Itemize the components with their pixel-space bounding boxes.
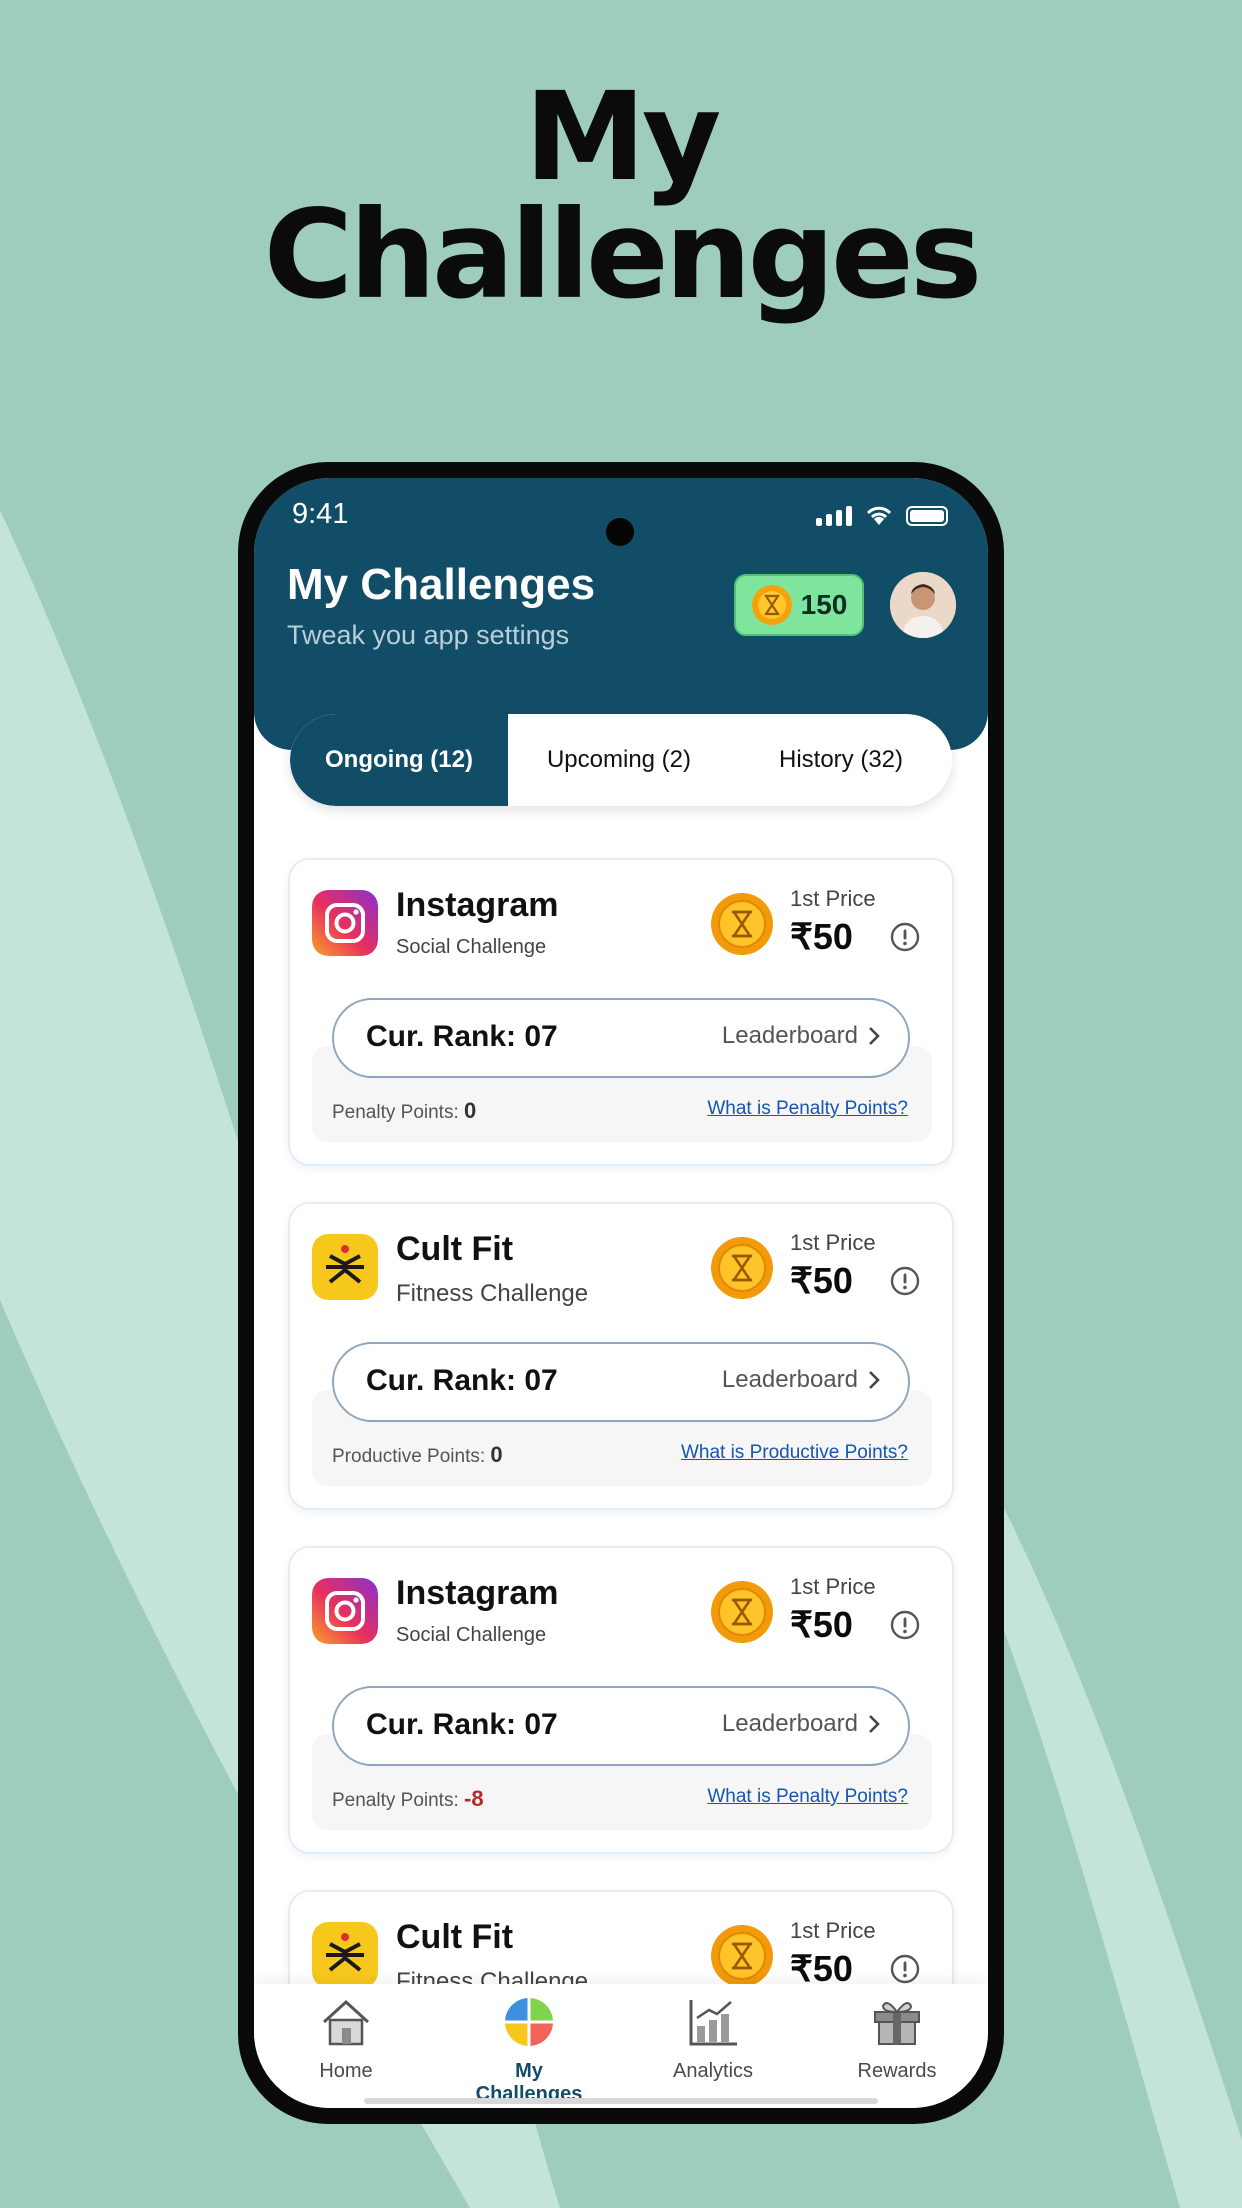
coin-balance-value: 150 (800, 589, 848, 620)
challenge-card[interactable]: Instagram Social Challenge 1st Price ₹50… (288, 858, 954, 1166)
points-value: 0 (464, 1098, 477, 1123)
cultfit-icon (312, 1922, 378, 1988)
leaderboard-link[interactable]: Leaderboard (722, 1710, 880, 1738)
nav-rewards[interactable]: Rewards (827, 1994, 967, 2083)
rewards-icon (874, 2002, 920, 2045)
challenge-card[interactable]: Instagram Social Challenge 1st Price ₹50… (288, 1546, 954, 1854)
points-value: -8 (464, 1786, 484, 1811)
avatar-image (890, 572, 956, 638)
analytics-icon (689, 2000, 737, 2046)
penalty-info-link[interactable]: What is Penalty Points? (707, 1786, 908, 1808)
challenges-icon (505, 1998, 553, 2046)
challenge-type: Social Challenge (396, 936, 547, 958)
tab-history[interactable]: History (32) (730, 714, 952, 806)
instagram-icon (312, 890, 378, 956)
prize-value: ₹50 (790, 1604, 853, 1645)
promo-title: My Challenges (0, 66, 1242, 326)
signal-icon (816, 506, 852, 526)
prize-value: ₹50 (790, 916, 853, 957)
wifi-icon (866, 506, 892, 525)
current-rank: Cur. Rank: 07 (366, 1020, 558, 1053)
nav-my-challenges[interactable]: My Challenges (459, 1994, 599, 2106)
status-time: 9:41 (292, 498, 349, 530)
rank-leaderboard-button[interactable]: Cur. Rank: 07 Leaderboard (332, 998, 910, 1078)
prize-label: 1st Price (790, 1918, 876, 1943)
home-icon (322, 1999, 370, 2046)
prize-label: 1st Price (790, 1574, 876, 1599)
prize-value: ₹50 (790, 1260, 853, 1301)
challenge-card[interactable]: Cult Fit Fitness Challenge 1st Price ₹50… (288, 1202, 954, 1510)
front-camera (606, 518, 634, 546)
coin-balance-badge[interactable]: 150 (734, 574, 864, 636)
info-icon[interactable] (890, 1266, 920, 1296)
nav-analytics[interactable]: Analytics (643, 1994, 783, 2083)
current-rank: Cur. Rank: 07 (366, 1708, 558, 1741)
home-indicator (364, 2098, 878, 2104)
coin-icon (751, 585, 792, 625)
prize-coin-icon (711, 893, 773, 955)
current-rank: Cur. Rank: 07 (366, 1364, 558, 1397)
tab-ongoing[interactable]: Ongoing (12) (290, 714, 508, 806)
penalty-info-link[interactable]: What is Penalty Points? (707, 1098, 908, 1120)
avatar[interactable] (890, 572, 956, 638)
promo-title-line1: My (524, 66, 722, 208)
battery-icon (906, 506, 948, 526)
productive-info-link[interactable]: What is Productive Points? (681, 1442, 908, 1464)
page-subtitle: Tweak you app settings (287, 620, 570, 650)
promo-title-line2: Challenges (263, 184, 983, 326)
app-name: Instagram (396, 1574, 559, 1612)
status-icons (816, 504, 948, 526)
leaderboard-link[interactable]: Leaderboard (722, 1366, 880, 1394)
leaderboard-link[interactable]: Leaderboard (722, 1022, 880, 1050)
prize-coin-icon (711, 1925, 773, 1987)
cultfit-icon (312, 1234, 378, 1300)
rank-leaderboard-button[interactable]: Cur. Rank: 07 Leaderboard (332, 1686, 910, 1766)
points-row: Penalty Points: -8 (332, 1786, 484, 1811)
info-icon[interactable] (890, 922, 920, 952)
app-name: Cult Fit (396, 1918, 514, 1956)
chevron-right-icon (869, 1371, 880, 1389)
page-title: My Challenges (287, 560, 596, 609)
app-screen: 9:41 My Challenges Tweak you app setting… (254, 478, 988, 2108)
prize-label: 1st Price (790, 886, 876, 911)
chevron-right-icon (869, 1027, 880, 1045)
info-icon[interactable] (890, 1610, 920, 1640)
challenge-type: Fitness Challenge (396, 1280, 589, 1307)
bottom-nav: Home My Challenges Analytics Rewards (254, 1984, 988, 2108)
challenge-type: Social Challenge (396, 1624, 547, 1646)
points-row: Penalty Points: 0 (332, 1098, 477, 1123)
points-value: 0 (490, 1442, 503, 1467)
challenge-tabs: Ongoing (12) Upcoming (2) History (32) (290, 714, 952, 806)
prize-coin-icon (711, 1581, 773, 1643)
prize-label: 1st Price (790, 1230, 876, 1255)
prize-coin-icon (711, 1237, 773, 1299)
rank-leaderboard-button[interactable]: Cur. Rank: 07 Leaderboard (332, 1342, 910, 1422)
chevron-right-icon (869, 1715, 880, 1733)
points-row: Productive Points: 0 (332, 1442, 503, 1467)
phone-frame: 9:41 My Challenges Tweak you app setting… (238, 462, 1004, 2124)
app-name: Cult Fit (396, 1230, 514, 1268)
app-name: Instagram (396, 886, 559, 924)
tab-upcoming[interactable]: Upcoming (2) (508, 714, 730, 806)
instagram-icon (312, 1578, 378, 1644)
info-icon[interactable] (890, 1954, 920, 1984)
nav-home[interactable]: Home (276, 1994, 416, 2083)
